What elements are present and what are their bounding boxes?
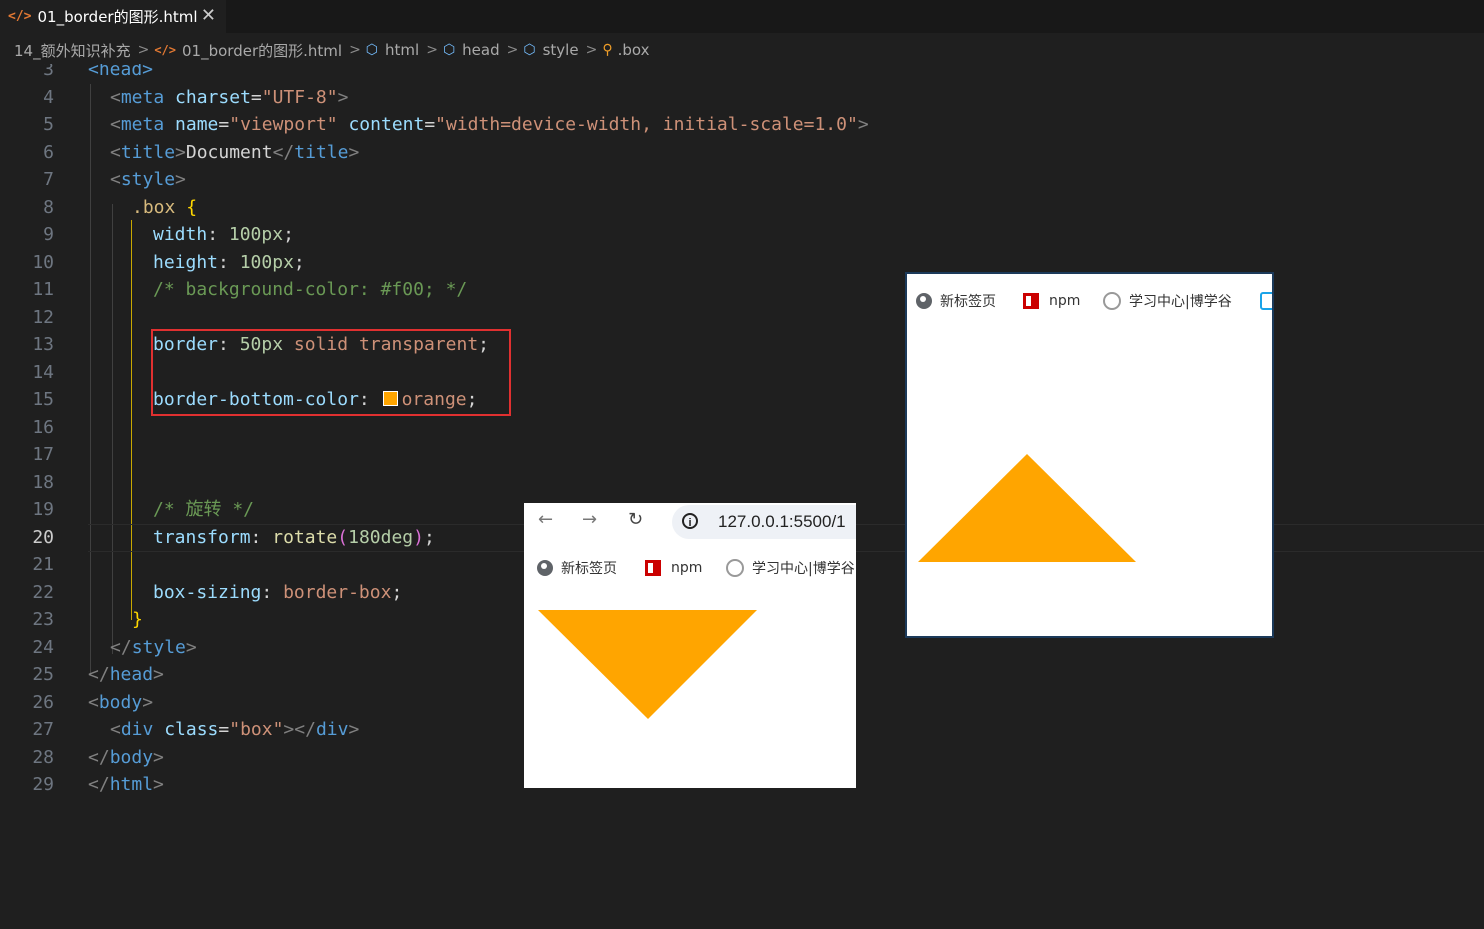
line-number: 3 <box>43 64 54 80</box>
code-line[interactable]: 4 <meta charset="UTF-8"> <box>0 84 1484 112</box>
element-cube-icon: ⬡ <box>365 42 379 58</box>
line-number: 24 <box>32 636 54 658</box>
code-text: <meta charset="UTF-8"> <box>110 86 349 108</box>
line-number: 17 <box>32 444 54 465</box>
breadcrumb-head[interactable]: head <box>462 41 499 59</box>
css-selector-icon: ⚲ <box>602 42 613 58</box>
line-number: 20 <box>32 526 54 548</box>
code-text: </body> <box>88 746 164 768</box>
line-number: 16 <box>32 416 54 438</box>
line-number: 22 <box>32 581 54 603</box>
code-line[interactable]: 7 <style> <box>0 166 1484 194</box>
chevron-right-icon: > <box>585 42 598 58</box>
code-line[interactable]: 8 .box { <box>0 194 1484 222</box>
code-text: height: 100px; <box>153 251 305 273</box>
code-text: <div class="box"></div> <box>110 719 360 740</box>
element-cube-icon: ⬡ <box>442 42 456 58</box>
close-icon[interactable]: ✕ <box>201 5 216 26</box>
browser-preview-rotated: ← → ↻ i 127.0.0.1:5500/1 新标签页 npm 学习中心|博… <box>524 503 856 788</box>
breadcrumb-style[interactable]: style <box>543 41 579 59</box>
line-number: 12 <box>32 306 54 328</box>
line-number: 25 <box>32 664 54 685</box>
code-text: </style> <box>110 636 197 658</box>
line-number: 26 <box>32 691 54 713</box>
tab-title: 01_border的图形.html <box>37 8 198 26</box>
breadcrumb-symbol[interactable]: .box <box>618 41 650 59</box>
code-line[interactable]: 10 height: 100px; <box>0 249 1484 277</box>
line-number: 11 <box>32 279 54 300</box>
line-number: 13 <box>32 334 54 355</box>
line-number: 10 <box>32 251 54 273</box>
line-number: 23 <box>32 609 54 630</box>
html-file-icon: </> <box>154 43 177 57</box>
code-text: transform: rotate(180deg); <box>153 526 435 548</box>
line-number: 14 <box>32 361 54 383</box>
code-line[interactable]: 9 width: 100px; <box>0 221 1484 249</box>
triangle-down-shape <box>538 610 757 719</box>
chevron-right-icon: > <box>426 42 438 58</box>
page-canvas <box>918 454 1136 562</box>
breadcrumb-file[interactable]: 01_border的图形.html <box>182 40 342 61</box>
code-text: /* 旋转 */ <box>153 499 255 520</box>
browser-preview-original: 新标签页 npm 学习中心|博学谷 <box>907 274 1272 636</box>
line-number: 21 <box>32 554 54 575</box>
code-text: </head> <box>88 664 164 685</box>
code-text: <head> <box>88 64 154 80</box>
element-cube-icon: ⬡ <box>523 42 536 58</box>
code-line[interactable]: 3 <head> <box>0 64 1484 84</box>
code-text: /* background-color: #f00; */ <box>153 279 468 300</box>
page-canvas <box>538 610 757 719</box>
tab-bar: </> 01_border的图形.html ✕ <box>0 0 1484 33</box>
line-number: 15 <box>32 389 54 410</box>
html-file-icon: </> <box>8 9 32 24</box>
code-text: } <box>132 609 143 630</box>
line-number: 27 <box>32 719 54 740</box>
line-number: 5 <box>43 114 54 135</box>
code-text: .box { <box>132 196 198 218</box>
line-number: 7 <box>43 169 54 190</box>
chevron-right-icon: > <box>506 42 519 58</box>
breadcrumb-folder[interactable]: 14_额外知识补充 <box>14 40 131 61</box>
code-text: box-sizing: border-box; <box>153 581 403 603</box>
line-number: 18 <box>32 471 54 493</box>
line-number: 6 <box>43 141 54 163</box>
code-line[interactable]: 6 <title>Document</title> <box>0 139 1484 167</box>
line-number: 4 <box>43 86 54 108</box>
editor-tab[interactable]: </> 01_border的图形.html ✕ <box>0 0 226 33</box>
line-number: 9 <box>43 224 54 245</box>
highlight-box <box>151 329 511 416</box>
line-number: 29 <box>32 774 54 795</box>
chevron-right-icon: > <box>137 42 150 58</box>
chevron-right-icon: > <box>349 42 361 58</box>
breadcrumb-html[interactable]: html <box>385 41 419 59</box>
code-text: width: 100px; <box>153 224 294 245</box>
line-number: 28 <box>32 746 54 768</box>
code-text: <style> <box>110 169 186 190</box>
breadcrumb: 14_额外知识补充 > </> 01_border的图形.html > ⬡ ht… <box>0 38 651 62</box>
code-text: <title>Document</title> <box>110 141 360 163</box>
code-text: <body> <box>88 691 154 713</box>
code-text: <meta name="viewport" content="width=dev… <box>110 114 869 135</box>
code-text: </html> <box>88 774 164 795</box>
line-number: 8 <box>43 196 54 218</box>
line-number: 19 <box>32 499 54 520</box>
code-line[interactable]: 5 <meta name="viewport" content="width=de… <box>0 111 1484 139</box>
triangle-up-shape <box>918 454 1136 562</box>
